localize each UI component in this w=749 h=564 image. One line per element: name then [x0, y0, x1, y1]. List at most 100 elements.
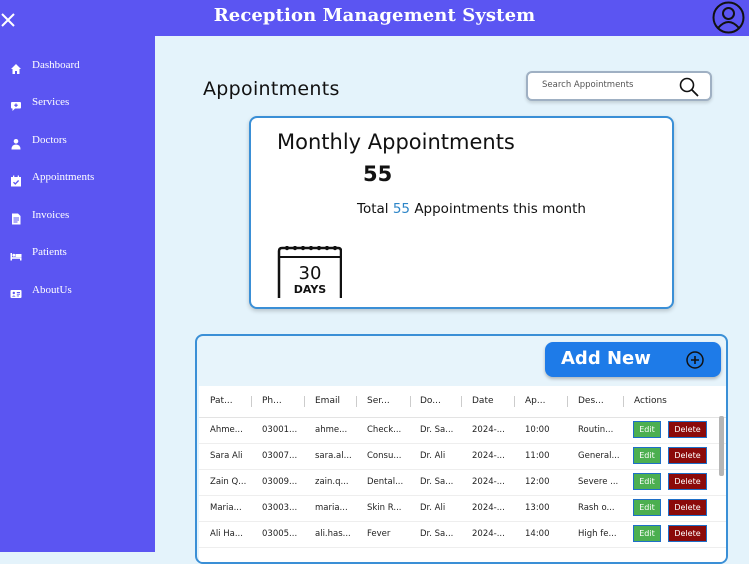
- plus-circle-icon: [686, 351, 704, 369]
- delete-button[interactable]: Delete: [668, 525, 707, 542]
- cell-doctor: Dr. Sa...: [420, 529, 454, 539]
- stats-summary-suffix: Appointments this month: [414, 201, 586, 217]
- table-row[interactable]: Maria... 03003... maria... Skin R... Dr.…: [199, 495, 726, 522]
- cell-phone: 03009...: [262, 477, 298, 487]
- cell-phone: 03003...: [262, 503, 298, 513]
- column-divider: [410, 396, 411, 407]
- cell-patient: Sara Ali: [210, 451, 243, 461]
- delete-button[interactable]: Delete: [668, 447, 707, 464]
- sidebar-item-label: AboutUs: [32, 284, 72, 296]
- cell-service: Dental...: [367, 477, 404, 487]
- stats-title: Monthly Appointments: [277, 130, 515, 154]
- cell-doctor: Dr. Sa...: [420, 425, 454, 435]
- table-row[interactable]: Ali Ha... 03005... ali.has... Fever Dr. …: [199, 521, 726, 548]
- column-header-patient[interactable]: Pat...: [210, 396, 246, 406]
- cell-description: Rash o...: [578, 503, 615, 513]
- column-header-phone[interactable]: Ph...: [262, 396, 298, 406]
- table-row[interactable]: Zain Q... 03009... zain.q... Dental... D…: [199, 469, 726, 496]
- column-header-service[interactable]: Ser...: [367, 396, 403, 406]
- cell-email: ali.has...: [315, 529, 351, 539]
- sidebar-item-aboutus[interactable]: AboutUs: [0, 279, 155, 305]
- home-icon: [10, 60, 22, 74]
- delete-button[interactable]: Delete: [668, 421, 707, 438]
- services-icon: [10, 97, 22, 111]
- appointments-table-panel: Add New Pat... Ph... Email Ser... Do... …: [195, 334, 728, 564]
- column-divider: [514, 396, 515, 407]
- cell-email: sara.al...: [315, 451, 352, 461]
- cell-phone: 03001...: [262, 425, 298, 435]
- cell-date: 2024-...: [472, 451, 505, 461]
- cell-email: maria...: [315, 503, 348, 513]
- add-new-label: Add New: [561, 348, 651, 369]
- search-box: [526, 71, 712, 101]
- cell-time: 12:00: [525, 477, 550, 487]
- edit-button[interactable]: Edit: [633, 447, 661, 464]
- sidebar-item-label: Appointments: [32, 171, 95, 183]
- table-scrollbar[interactable]: [719, 416, 724, 476]
- user-avatar-icon[interactable]: [712, 1, 745, 34]
- sidebar-item-appointments[interactable]: Appointments: [0, 166, 155, 192]
- edit-button[interactable]: Edit: [633, 499, 661, 516]
- calendar-30-days-icon: 30 DAYS: [277, 245, 343, 298]
- top-bar: Reception Management System: [0, 0, 749, 36]
- cell-email: ahme...: [315, 425, 348, 435]
- delete-button[interactable]: Delete: [668, 499, 707, 516]
- table-header: Pat... Ph... Email Ser... Do... Date Ap.…: [199, 386, 726, 418]
- column-header-email[interactable]: Email: [315, 396, 351, 406]
- search-icon[interactable]: [678, 76, 700, 98]
- stats-summary-prefix: Total: [357, 201, 389, 217]
- sidebar: Dashboard Services Doctors Appointments …: [0, 36, 155, 552]
- column-header-description[interactable]: Des...: [578, 396, 614, 406]
- delete-button[interactable]: Delete: [668, 473, 707, 490]
- cell-patient: Ali Ha...: [210, 529, 243, 539]
- column-header-doctor[interactable]: Do...: [420, 396, 456, 406]
- sidebar-item-invoices[interactable]: Invoices: [0, 204, 155, 230]
- column-divider: [251, 396, 252, 407]
- sidebar-item-label: Patients: [32, 246, 67, 258]
- sidebar-item-patients[interactable]: Patients: [0, 241, 155, 267]
- search-input[interactable]: [540, 79, 674, 91]
- sidebar-item-services[interactable]: Services: [0, 91, 155, 117]
- calendar-check-icon: [10, 172, 22, 187]
- cell-time: 11:00: [525, 451, 550, 461]
- column-header-actions: Actions: [634, 396, 667, 406]
- edit-button[interactable]: Edit: [633, 525, 661, 542]
- cell-description: High fe...: [578, 529, 617, 539]
- page-title: Appointments: [203, 78, 340, 100]
- stats-summary-count: 55: [392, 201, 411, 217]
- cell-doctor: Dr. Ali: [420, 451, 446, 461]
- calendar-number: 30: [299, 263, 322, 284]
- cell-date: 2024-...: [472, 503, 505, 513]
- column-divider: [356, 396, 357, 407]
- table-row[interactable]: Ahme... 03001... ahme... Check... Dr. Sa…: [199, 417, 726, 444]
- cell-time: 10:00: [525, 425, 550, 435]
- add-new-button[interactable]: Add New: [545, 342, 721, 377]
- table-row[interactable]: Sara Ali 03007... sara.al... Consu... Dr…: [199, 443, 726, 470]
- edit-button[interactable]: Edit: [633, 421, 661, 438]
- cell-patient: Zain Q...: [210, 477, 246, 487]
- cell-date: 2024-...: [472, 477, 505, 487]
- sidebar-item-label: Services: [32, 96, 70, 108]
- column-divider: [567, 396, 568, 407]
- column-divider: [304, 396, 305, 407]
- column-header-appointment-time[interactable]: Ap...: [525, 396, 561, 406]
- cell-service: Skin R...: [367, 503, 402, 513]
- id-card-icon: [10, 285, 22, 298]
- appointments-table: Pat... Ph... Email Ser... Do... Date Ap.…: [199, 386, 726, 562]
- stats-summary: Total 55 Appointments this month: [357, 201, 586, 217]
- cell-email: zain.q...: [315, 477, 349, 487]
- sidebar-item-doctors[interactable]: Doctors: [0, 129, 155, 155]
- cell-service: Fever: [367, 529, 391, 539]
- cell-doctor: Dr. Sa...: [420, 477, 454, 487]
- calendar-label: DAYS: [294, 283, 327, 296]
- cell-phone: 03005...: [262, 529, 298, 539]
- doctor-icon: [10, 135, 22, 150]
- cell-service: Check...: [367, 425, 402, 435]
- edit-button[interactable]: Edit: [633, 473, 661, 490]
- cell-time: 13:00: [525, 503, 550, 513]
- column-header-date[interactable]: Date: [472, 396, 508, 406]
- invoice-icon: [10, 210, 22, 225]
- sidebar-item-dashboard[interactable]: Dashboard: [0, 54, 155, 80]
- cell-doctor: Dr. Ali: [420, 503, 446, 513]
- cell-description: Severe ...: [578, 477, 619, 487]
